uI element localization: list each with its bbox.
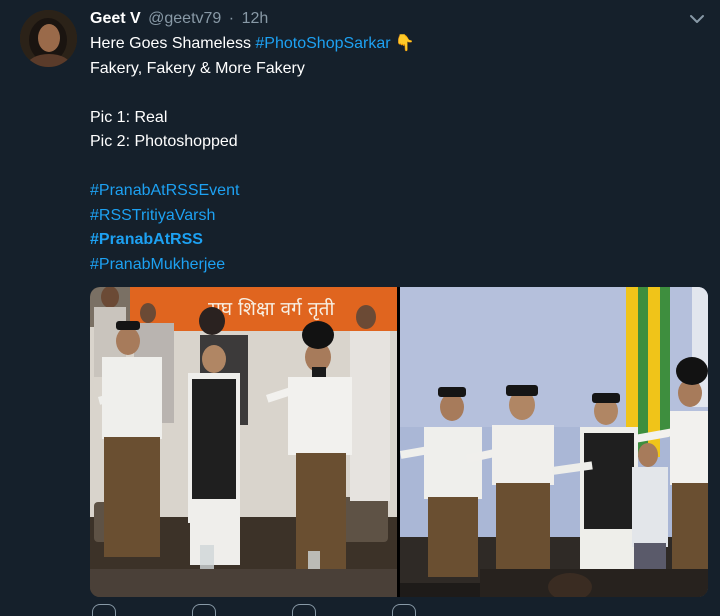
chevron-down-icon[interactable] — [688, 12, 706, 26]
pointing-down-icon: 👇 — [394, 35, 415, 52]
time-separator: · — [228, 10, 235, 27]
hashtag-photoshopsarkar[interactable]: #PhotoShopSarkar — [255, 35, 390, 52]
author-handle[interactable]: @geetv79 — [148, 10, 221, 27]
media-photo-1[interactable]: सघ शिक्षा वर्ग तृती — [90, 287, 397, 597]
tweet-card: Geet V @geetv79 · 12h Here Goes Shameles… — [0, 0, 720, 616]
tweet-line-1: Here Goes Shameless #PhotoShopSarkar 👇 — [90, 32, 690, 57]
tweet-line-2: Fakery, Fakery & More Fakery — [90, 59, 305, 77]
hashtag-pranabatrssevent[interactable]: #PranabAtRSSEvent — [90, 179, 690, 204]
media-photo-2[interactable] — [400, 287, 708, 597]
tweet-media: सघ शिक्षा वर्ग तृती — [90, 287, 708, 597]
tweet-line-1-text: Here Goes Shameless — [90, 35, 256, 52]
tweet-text: Here Goes Shameless #PhotoShopSarkar 👇 Fa… — [90, 32, 690, 277]
hashtag-pranabmukherjee[interactable]: #PranabMukherjee — [90, 253, 690, 278]
tweet-line-3: Pic 1: Real — [90, 108, 168, 126]
hashtag-pranabatrss[interactable]: #PranabAtRSS — [90, 228, 690, 253]
author-name[interactable]: Geet V — [90, 10, 141, 27]
retweet-icon[interactable] — [192, 604, 216, 616]
tweet-header: Geet V @geetv79 · 12h — [90, 9, 268, 29]
avatar-image — [20, 10, 77, 67]
tweet-actions — [90, 604, 690, 616]
avatar[interactable] — [20, 10, 77, 67]
like-icon[interactable] — [292, 604, 316, 616]
tweet-line-4: Pic 2: Photoshopped — [90, 133, 238, 150]
banner-text: सघ शिक्षा वर्ग तृती — [208, 297, 335, 321]
tweet-timestamp[interactable]: 12h — [242, 10, 269, 27]
reply-icon[interactable] — [92, 604, 116, 616]
hashtag-rsstritiyavarsh[interactable]: #RSSTritiyaVarsh — [90, 204, 690, 229]
message-icon[interactable] — [392, 604, 416, 616]
